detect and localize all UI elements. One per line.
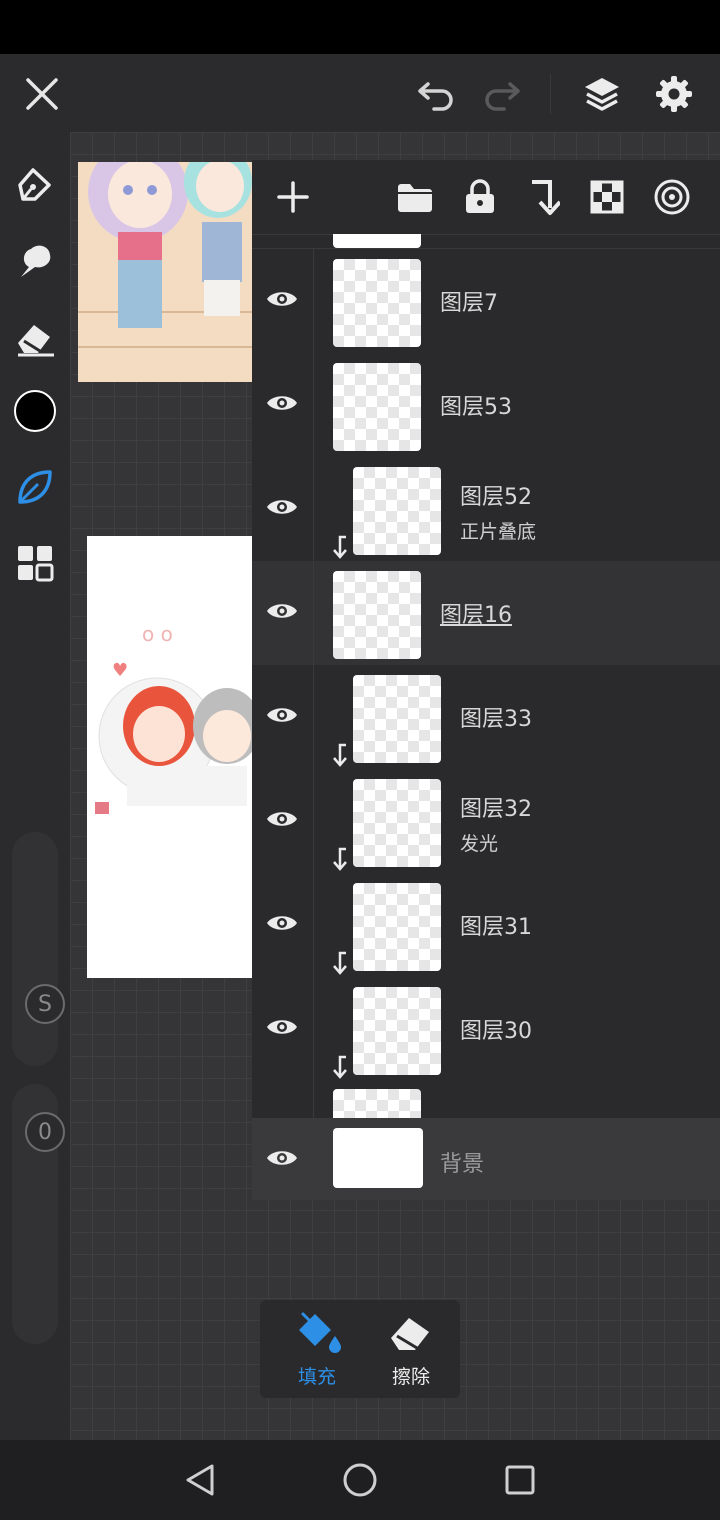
eraser-icon[interactable]	[10, 312, 60, 362]
partial-layer-thumb	[333, 234, 421, 248]
fill-button[interactable]: 填充	[274, 1310, 360, 1392]
layer-row[interactable]: 图层53	[252, 353, 720, 458]
layer-panel-toolbar	[252, 160, 720, 235]
smudge-icon[interactable]	[10, 236, 60, 286]
home-icon[interactable]	[340, 1460, 380, 1500]
layer-thumbnail	[353, 883, 441, 971]
lock-icon[interactable]	[455, 172, 505, 222]
left-toolbar: S 0	[0, 132, 70, 1440]
row-separator	[313, 457, 314, 561]
canvas-artwork-bottom: o o ♥	[87, 536, 252, 978]
layer-row[interactable]: 图层33	[252, 665, 720, 770]
layer-name: 图层16	[440, 603, 512, 628]
visibility-eye-icon[interactable]	[264, 1140, 300, 1176]
settings-icon[interactable]	[648, 68, 700, 120]
erase-button[interactable]: 擦除	[368, 1310, 454, 1392]
fill-label: 填充	[297, 1366, 336, 1388]
canvas-artwork-top	[78, 162, 252, 382]
blend-icon[interactable]	[647, 172, 697, 222]
back-icon[interactable]	[180, 1460, 220, 1500]
partial-layer-row	[252, 1081, 720, 1121]
close-icon[interactable]	[16, 68, 68, 120]
background-thumbnail	[333, 1128, 423, 1188]
layer-row[interactable]: 图层32 发光	[252, 769, 720, 874]
row-separator	[313, 249, 314, 353]
blend-mode-label: 正片叠底	[460, 521, 537, 543]
grid-icon[interactable]	[10, 538, 60, 588]
visibility-eye-icon[interactable]	[264, 593, 300, 629]
background-layer-name: 背景	[440, 1152, 485, 1177]
brush-size-label: S	[38, 991, 52, 1017]
status-bar	[0, 0, 720, 54]
layer-name: 图层53	[440, 395, 512, 420]
layer-thumbnail	[333, 363, 421, 451]
clipping-arrow-icon	[332, 951, 352, 975]
erase-label: 擦除	[391, 1366, 430, 1388]
current-color-circle	[14, 390, 56, 432]
recents-icon[interactable]	[500, 1460, 540, 1500]
background-layer-row[interactable]: 背景	[252, 1118, 720, 1200]
row-separator	[313, 561, 314, 665]
svg-text:o o: o o	[142, 622, 173, 646]
leaf-brush-icon[interactable]	[10, 462, 60, 512]
blend-mode-label: 发光	[460, 833, 499, 855]
brush-size-knob[interactable]: S	[25, 984, 65, 1024]
brush-size-slider[interactable]: S	[12, 832, 65, 1066]
row-separator	[313, 873, 314, 977]
layer-name: 图层32	[460, 797, 532, 822]
visibility-eye-icon[interactable]	[264, 1009, 300, 1045]
color-swatch[interactable]	[10, 386, 60, 436]
paint-bucket-icon	[299, 1312, 341, 1353]
layer-row[interactable]: 图层30	[252, 977, 720, 1082]
layer-thumbnail	[333, 571, 421, 659]
layer-thumbnail	[333, 1089, 421, 1121]
layers-icon[interactable]	[576, 68, 628, 120]
clip-icon[interactable]	[518, 172, 568, 222]
visibility-eye-icon[interactable]	[264, 385, 300, 421]
add-layer-icon[interactable]	[268, 172, 318, 222]
folder-icon[interactable]	[390, 172, 440, 222]
visibility-eye-icon[interactable]	[264, 281, 300, 317]
toolbar-divider	[550, 74, 551, 114]
clipping-arrow-icon	[332, 535, 352, 559]
pen-icon[interactable]	[10, 160, 60, 210]
clipping-arrow-icon	[332, 743, 352, 767]
layer-row[interactable]: 图层52 正片叠底	[252, 457, 720, 562]
clipping-arrow-icon	[332, 1055, 352, 1079]
row-separator	[313, 665, 314, 769]
top-toolbar	[0, 54, 720, 132]
layer-panel: 图层7 图层53 图层52 正片叠底 图层16 图层33 图层32 发光 图层3…	[252, 160, 720, 1200]
row-separator	[313, 769, 314, 873]
layer-name: 图层33	[460, 707, 532, 732]
visibility-eye-icon[interactable]	[264, 697, 300, 733]
visibility-eye-icon[interactable]	[264, 489, 300, 525]
row-separator	[313, 353, 314, 457]
svg-text:♥: ♥	[112, 660, 128, 681]
layer-row[interactable]: 图层31	[252, 873, 720, 978]
redo-icon[interactable]	[476, 68, 528, 120]
visibility-eye-icon[interactable]	[264, 801, 300, 837]
layer-row[interactable]: 图层7	[252, 249, 720, 354]
layer-thumbnail	[333, 259, 421, 347]
layer-thumbnail	[353, 987, 441, 1075]
eraser-fill-icon	[391, 1318, 429, 1350]
system-nav-bar	[0, 1440, 720, 1520]
opacity-label: 0	[38, 1119, 52, 1145]
layer-thumbnail	[353, 779, 441, 867]
layer-thumbnail	[353, 675, 441, 763]
layer-name: 图层52	[460, 485, 532, 510]
layer-name: 图层30	[460, 1019, 532, 1044]
opacity-slider[interactable]: 0	[12, 1084, 65, 1344]
layer-name: 图层7	[440, 291, 498, 316]
fill-mode-panel: 填充 擦除	[260, 1300, 460, 1398]
layer-thumbnail	[353, 467, 441, 555]
transparency-icon[interactable]	[582, 172, 632, 222]
row-separator	[313, 977, 314, 1081]
layer-row-selected[interactable]: 图层16	[252, 561, 720, 666]
visibility-eye-icon[interactable]	[264, 905, 300, 941]
undo-icon[interactable]	[410, 68, 462, 120]
opacity-knob[interactable]: 0	[25, 1112, 65, 1152]
clipping-arrow-icon	[332, 847, 352, 871]
layer-name: 图层31	[460, 915, 532, 940]
